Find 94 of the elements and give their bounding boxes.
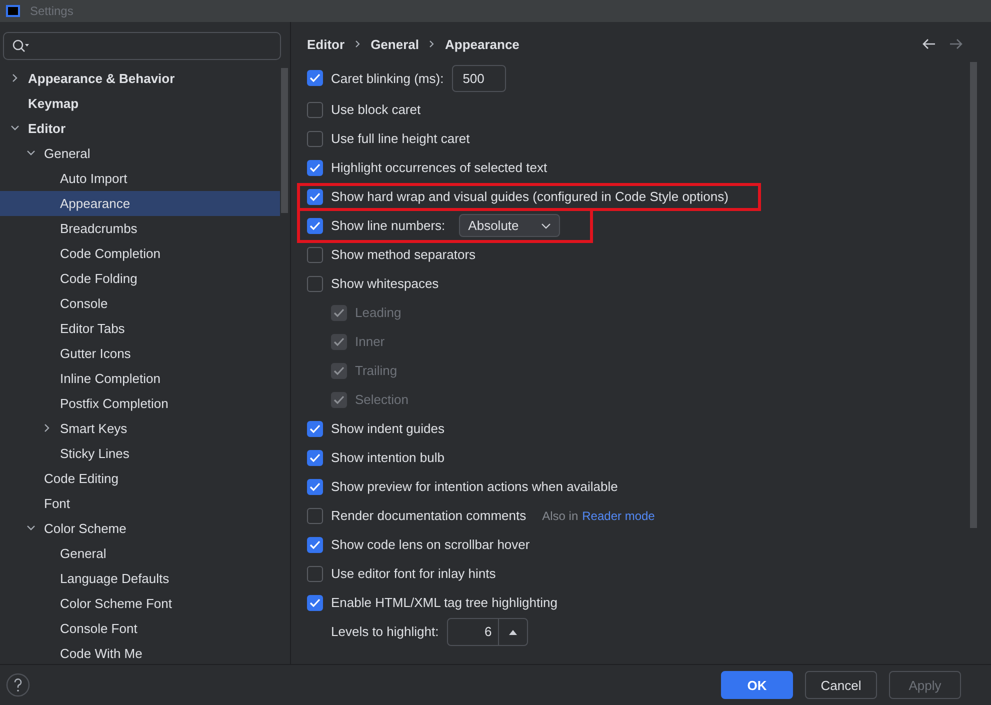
tree-item[interactable]: Code Editing [0, 466, 280, 491]
tree-item[interactable]: Font [0, 491, 280, 516]
checkbox[interactable] [307, 102, 323, 118]
checkbox[interactable] [307, 130, 323, 146]
checkbox[interactable] [307, 160, 323, 176]
option-label: Highlight occurrences of selected text [331, 160, 548, 175]
check-icon [333, 308, 345, 318]
tree-item[interactable]: Smart Keys [0, 416, 280, 441]
number-spinner[interactable]: 6 [446, 618, 528, 646]
option-label: Levels to highlight: [331, 624, 439, 639]
option-label: Show intention bulb [331, 450, 444, 465]
option-label: Show hard wrap and visual guides (configured in Code Style options) [331, 189, 728, 204]
breadcrumb-item[interactable]: Appearance [444, 36, 520, 52]
window-title: Settings [30, 4, 74, 18]
tree-item[interactable]: Auto Import [0, 166, 280, 191]
option-label: Leading [355, 305, 402, 320]
checkbox[interactable] [307, 566, 323, 582]
tree-item[interactable]: Gutter Icons [0, 341, 280, 366]
tree-item[interactable]: Breadcrumbs [0, 216, 280, 241]
option-label: Selection [355, 392, 408, 407]
option-label: Use full line height caret [331, 131, 470, 146]
search-icon [12, 39, 30, 53]
checkbox[interactable] [307, 70, 323, 86]
tree-item[interactable]: Color Scheme Font [0, 591, 280, 616]
check-icon [333, 366, 345, 376]
check-icon [309, 482, 321, 492]
checkbox[interactable] [307, 276, 323, 292]
tree-item[interactable]: Postfix Completion [0, 391, 280, 416]
dropdown[interactable]: Absolute [459, 214, 560, 237]
check-icon [309, 73, 321, 83]
tree-item[interactable]: Code Completion [0, 241, 280, 266]
option-label: Show indent guides [331, 421, 444, 436]
check-icon [309, 598, 321, 608]
reader-mode-link[interactable]: Reader mode [582, 508, 655, 522]
tree-item[interactable]: Console Font [0, 616, 280, 641]
input-field[interactable]: 500 [452, 64, 506, 92]
tree-item[interactable]: Code Folding [0, 266, 280, 291]
dialog-button[interactable]: Cancel [805, 671, 877, 699]
search-field[interactable] [3, 32, 281, 60]
option-label: Trailing [355, 363, 398, 378]
tree-item[interactable]: Language Defaults [0, 566, 280, 591]
tree-item[interactable]: Appearance [0, 191, 280, 216]
option-label: Show preview for intention actions when available [331, 479, 618, 494]
check-icon [309, 220, 321, 230]
option-label: Use editor font for inlay hints [331, 566, 496, 581]
tree-item[interactable]: Editor [0, 116, 280, 141]
hint-text: Also in [542, 508, 578, 522]
tree-item[interactable]: Editor Tabs [0, 316, 280, 341]
scrollbar[interactable] [281, 68, 288, 213]
check-icon [333, 394, 345, 404]
checkbox[interactable] [307, 478, 323, 494]
breadcrumb-item[interactable]: Editor [307, 36, 345, 52]
check-icon [309, 424, 321, 434]
chevron-icon [428, 39, 436, 49]
tree-item[interactable]: Keymap [0, 91, 280, 116]
option-label: Show line numbers: [331, 218, 446, 233]
help-icon[interactable] [6, 673, 30, 697]
option-label: Enable HTML/XML tag tree highlighting [331, 595, 558, 610]
option-label: Inner [355, 334, 385, 349]
tree-item[interactable]: Code With Me [0, 641, 280, 664]
tree-item[interactable]: Appearance & Behavior [0, 66, 280, 91]
checkbox[interactable] [307, 218, 323, 234]
tree-item[interactable]: Color Scheme [0, 516, 280, 541]
checkbox[interactable] [307, 594, 323, 610]
scrollbar[interactable] [970, 62, 977, 528]
tree-item[interactable]: General [0, 541, 280, 566]
caret-icon [540, 222, 551, 228]
check-icon [309, 540, 321, 550]
back-arrow-icon[interactable] [922, 38, 936, 50]
checkbox[interactable] [307, 450, 323, 466]
checkbox[interactable] [307, 536, 323, 552]
forward-arrow-icon[interactable] [949, 38, 963, 50]
dialog-button[interactable]: OK [721, 671, 793, 699]
checkbox[interactable] [307, 508, 323, 524]
option-label: Show whitespaces [331, 276, 439, 291]
tree-item[interactable]: Sticky Lines [0, 441, 280, 466]
checkbox[interactable] [307, 420, 323, 436]
check-icon [333, 336, 345, 346]
tree-item[interactable]: Inline Completion [0, 366, 280, 391]
tree-item[interactable]: Console [0, 291, 280, 316]
option-label: Caret blinking (ms): [331, 70, 444, 86]
app-icon [6, 5, 20, 17]
check-icon [309, 192, 321, 202]
breadcrumb-item[interactable]: General [370, 36, 419, 52]
option-label: Show method separators [331, 247, 476, 262]
check-icon [309, 162, 321, 172]
checkbox[interactable] [307, 246, 323, 262]
check-icon [309, 452, 321, 462]
option-label: Use block caret [331, 102, 421, 117]
checkbox[interactable] [307, 188, 323, 204]
option-label: Show code lens on scrollbar hover [331, 537, 530, 552]
option-label: Render documentation comments [331, 508, 526, 523]
tree-item[interactable]: General [0, 141, 280, 166]
chevron-icon [354, 39, 362, 49]
